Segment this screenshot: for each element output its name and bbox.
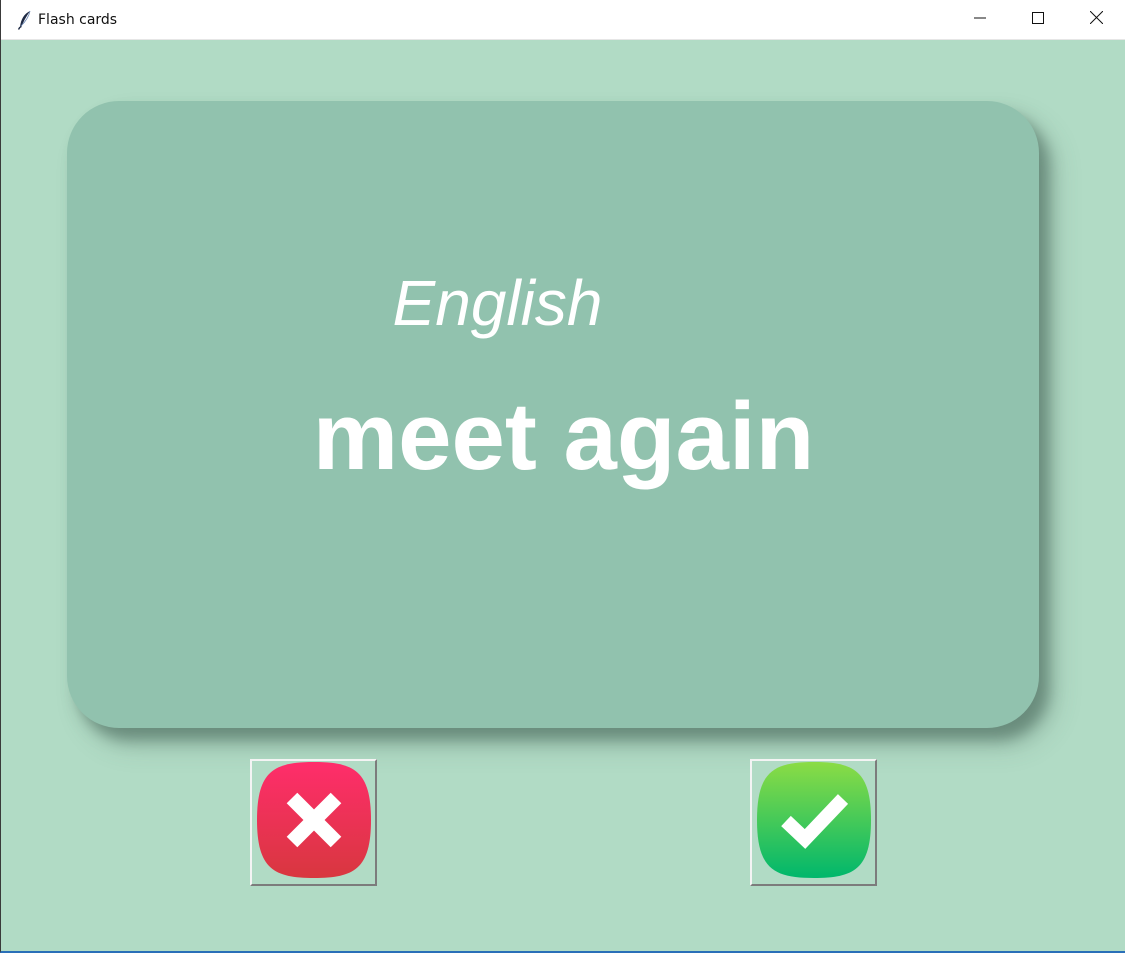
card-language: English — [392, 267, 603, 339]
maximize-button[interactable] — [1009, 0, 1067, 39]
minimize-icon — [974, 11, 986, 29]
right-button[interactable] — [750, 759, 877, 886]
close-button[interactable] — [1067, 0, 1125, 39]
checkmark-icon — [754, 759, 874, 886]
flash-cards-window: Flash cards English meet again — [0, 0, 1125, 953]
feather-icon — [15, 10, 35, 30]
window-controls — [951, 0, 1125, 39]
card-word: meet again — [312, 383, 815, 490]
minimize-button[interactable] — [951, 0, 1009, 39]
cross-icon — [254, 759, 374, 886]
title-bar[interactable]: Flash cards — [1, 0, 1125, 40]
wrong-button[interactable] — [250, 759, 377, 886]
close-icon — [1089, 10, 1103, 29]
maximize-icon — [1032, 11, 1044, 29]
window-title: Flash cards — [38, 11, 118, 28]
